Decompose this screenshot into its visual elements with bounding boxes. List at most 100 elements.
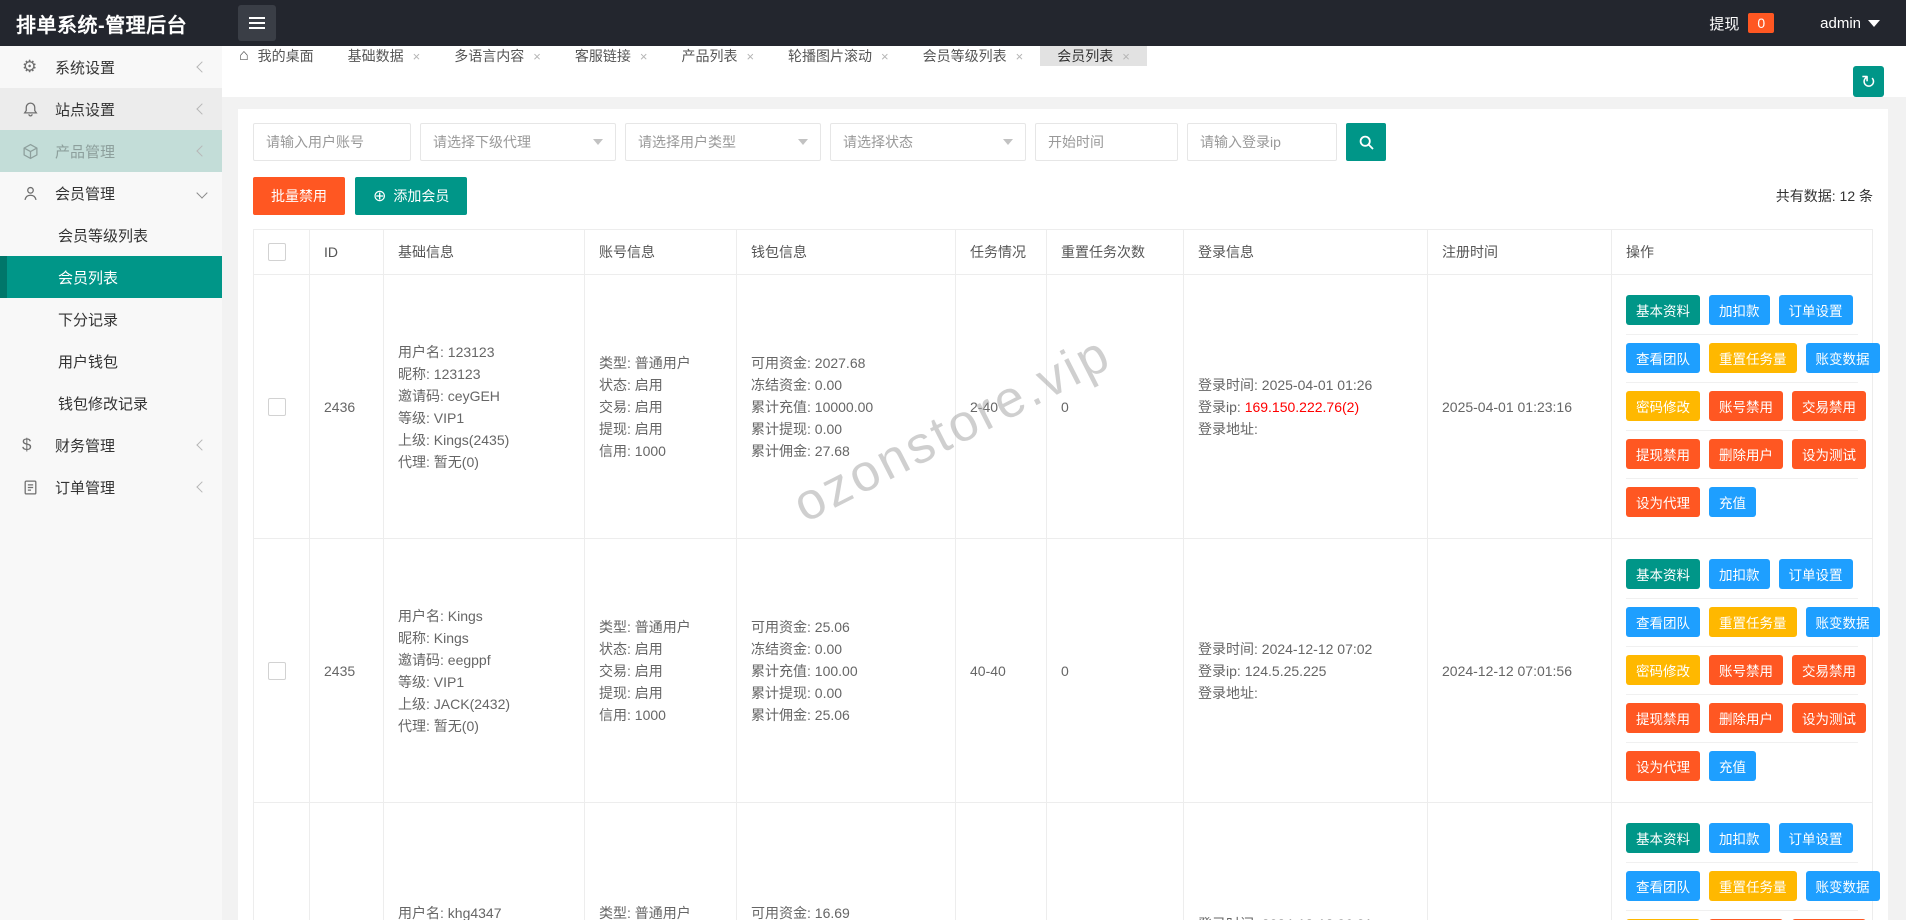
sidebar-item-system-settings[interactable]: ⚙ 系统设置 (0, 46, 222, 88)
sidebar-item-member-list[interactable]: 会员列表 (0, 256, 222, 298)
tab-member-list[interactable]: 会员列表 × (1040, 46, 1147, 66)
row-checkbox[interactable] (268, 661, 286, 680)
plus-circle-icon: ⊕ (373, 188, 387, 205)
select-all-checkbox[interactable] (268, 243, 286, 261)
sidebar-item-user-wallet[interactable]: 用户钱包 (0, 340, 222, 382)
set-agent-button[interactable]: 设为代理 (1626, 487, 1700, 517)
close-icon[interactable]: × (1122, 49, 1130, 64)
tab-product-list[interactable]: 产品列表 × (664, 46, 771, 66)
sidebar-item-member-management[interactable]: 会员管理 (0, 172, 222, 214)
order-settings-button[interactable]: 订单设置 (1778, 295, 1853, 325)
sidebar-item-finance-management[interactable]: $ 财务管理 (0, 424, 222, 466)
view-team-button[interactable]: 查看团队 (1626, 607, 1700, 637)
user-menu[interactable]: admin (1820, 15, 1880, 32)
sidebar-item-wallet-modify-records[interactable]: 钱包修改记录 (0, 382, 222, 424)
disable-withdraw-button[interactable]: 提现禁用 (1626, 439, 1700, 469)
login-info: 登录时间: 2025-04-01 01:26 登录ip: 169.150.222… (1198, 376, 1373, 437)
reset-count: 0 (1046, 538, 1184, 803)
dollar-icon: $ (22, 435, 32, 454)
disable-trade-button[interactable]: 交易禁用 (1792, 655, 1866, 685)
login-ip: 169.150.222.76(2) (1244, 398, 1360, 415)
member-id: 2436 (309, 274, 384, 539)
chevron-left-icon (196, 439, 208, 451)
login-ip-input[interactable] (1187, 123, 1337, 161)
change-password-button[interactable]: 密码修改 (1626, 391, 1700, 421)
status-select[interactable]: 请选择状态 (830, 123, 1026, 161)
close-icon[interactable]: × (746, 49, 754, 64)
reset-count: 0 (1046, 274, 1184, 539)
sidebar-item-product-management[interactable]: 产品管理 (0, 130, 222, 172)
table-row: 2435 用户名: Kings 昵称: Kings 邀请码: eegppf 等级: … (253, 538, 1880, 803)
close-icon[interactable]: × (413, 49, 421, 64)
cube-icon (22, 143, 42, 160)
withdraw-label: 提现 (1709, 15, 1740, 33)
column-header-basic-info: 基础信息 (383, 229, 585, 275)
delete-user-button[interactable]: 删除用户 (1709, 703, 1783, 733)
column-header-reset-count: 重置任务次数 (1046, 229, 1184, 275)
agent-select[interactable]: 请选择下级代理 (420, 123, 616, 161)
register-time: 2024-12-12 06:01:29 (1427, 802, 1612, 920)
close-icon[interactable]: × (1016, 49, 1024, 64)
task-status: 2-40 (955, 274, 1047, 539)
sidebar-item-order-management[interactable]: 订单管理 (0, 466, 222, 508)
column-header-operations: 操作 (1611, 229, 1873, 275)
search-button[interactable] (1346, 123, 1386, 161)
order-settings-button[interactable]: 订单设置 (1778, 823, 1853, 853)
close-icon[interactable]: × (640, 49, 648, 64)
change-password-button[interactable]: 密码修改 (1626, 655, 1700, 685)
tab-basic-data[interactable]: 基础数据 × (331, 46, 438, 66)
add-deduct-button[interactable]: 加扣款 (1709, 295, 1770, 325)
disable-trade-button[interactable]: 交易禁用 (1792, 391, 1866, 421)
user-type-select[interactable]: 请选择用户类型 (625, 123, 821, 161)
disable-withdraw-button[interactable]: 提现禁用 (1626, 703, 1700, 733)
register-time: 2024-12-12 07:01:56 (1427, 538, 1612, 803)
member-table: ID 基础信息 账号信息 钱包信息 任务情况 重置任务次数 登录信息 注册时间 … (253, 229, 1880, 920)
account-info: 类型: 普通用户 状态: 启用 交易: 启用 提现: 启用 信用: 1000 (599, 618, 691, 723)
reset-task-volume-button[interactable]: 重置任务量 (1709, 343, 1797, 373)
tab-member-level-list[interactable]: 会员等级列表 × (906, 46, 1041, 66)
basic-info-button[interactable]: 基本资料 (1626, 295, 1700, 325)
refresh-button[interactable]: ↻ (1853, 66, 1884, 97)
hamburger-menu-icon[interactable] (238, 5, 276, 41)
basic-info-button[interactable]: 基本资料 (1626, 823, 1700, 853)
order-settings-button[interactable]: 订单设置 (1778, 559, 1853, 589)
basic-info-button[interactable]: 基本资料 (1626, 559, 1700, 589)
account-input[interactable] (253, 123, 411, 161)
delete-user-button[interactable]: 删除用户 (1709, 439, 1783, 469)
row-actions: 基本资料加扣款订单设置查看团队重置任务量账变数据密码修改账号禁用交易禁用提现禁用… (1626, 551, 1880, 790)
withdraw-menu[interactable]: 提现 0 (1709, 13, 1775, 34)
set-test-button[interactable]: 设为测试 (1792, 703, 1866, 733)
tab-my-desktop[interactable]: ⌂ 我的桌面 (222, 46, 331, 66)
column-header-account-info: 账号信息 (584, 229, 737, 275)
start-time-input[interactable] (1035, 123, 1178, 161)
reset-task-volume-button[interactable]: 重置任务量 (1709, 607, 1797, 637)
close-icon[interactable]: × (533, 49, 541, 64)
close-icon[interactable]: × (881, 49, 889, 64)
add-deduct-button[interactable]: 加扣款 (1709, 823, 1770, 853)
tab-multilanguage-content[interactable]: 多语言内容 × (437, 46, 558, 66)
batch-disable-button[interactable]: 批量禁用 (253, 177, 345, 215)
disable-account-button[interactable]: 账号禁用 (1709, 655, 1783, 685)
account-changes-button[interactable]: 账变数据 (1805, 343, 1880, 373)
set-test-button[interactable]: 设为测试 (1792, 439, 1866, 469)
tab-customer-service-link[interactable]: 客服链接 × (558, 46, 665, 66)
view-team-button[interactable]: 查看团队 (1626, 871, 1700, 901)
account-info: 类型: 普通用户状态: 启用 交易: 启用 (599, 904, 691, 920)
account-changes-button[interactable]: 账变数据 (1805, 607, 1880, 637)
reset-task-volume-button[interactable]: 重置任务量 (1709, 871, 1797, 901)
view-team-button[interactable]: 查看团队 (1626, 343, 1700, 373)
add-member-button[interactable]: ⊕ 添加会员 (355, 177, 468, 215)
set-agent-button[interactable]: 设为代理 (1626, 751, 1700, 781)
sidebar-item-member-level-list[interactable]: 会员等级列表 (0, 214, 222, 256)
recharge-button[interactable]: 充值 (1709, 751, 1756, 781)
add-deduct-button[interactable]: 加扣款 (1709, 559, 1770, 589)
table-header-row: ID 基础信息 账号信息 钱包信息 任务情况 重置任务次数 登录信息 注册时间 … (253, 229, 1873, 275)
disable-account-button[interactable]: 账号禁用 (1709, 391, 1783, 421)
chevron-down-icon (1868, 19, 1880, 27)
tab-carousel-images[interactable]: 轮播图片滚动 × (771, 46, 906, 66)
row-checkbox[interactable] (268, 397, 286, 416)
sidebar-item-downscore-records[interactable]: 下分记录 (0, 298, 222, 340)
sidebar-item-site-settings[interactable]: 站点设置 (0, 88, 222, 130)
account-changes-button[interactable]: 账变数据 (1805, 871, 1880, 901)
recharge-button[interactable]: 充值 (1709, 487, 1756, 517)
